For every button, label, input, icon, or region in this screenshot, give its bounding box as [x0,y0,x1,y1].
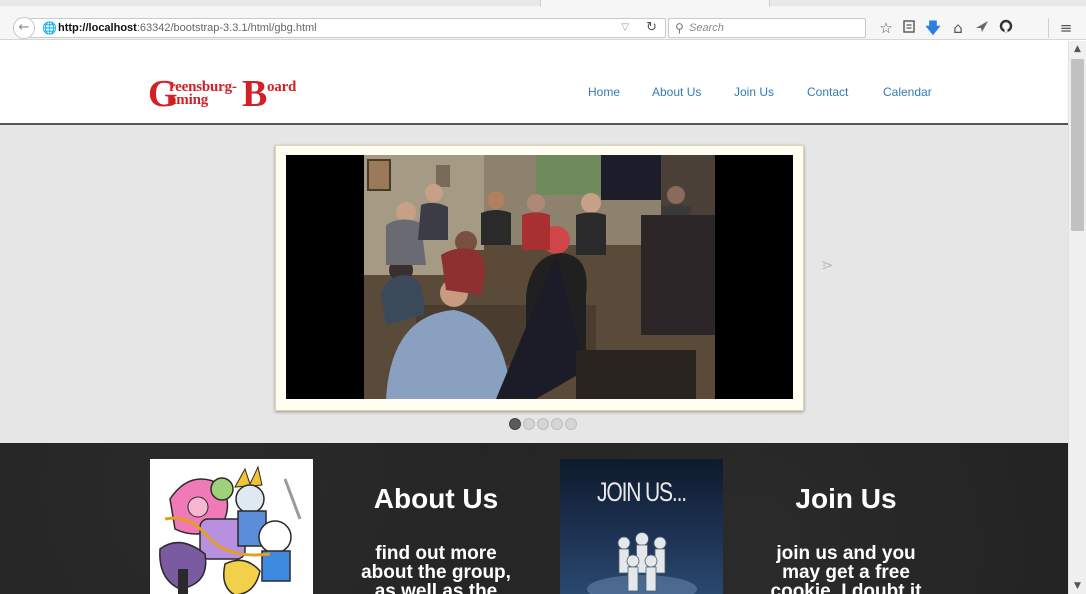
carousel-dot-4[interactable] [551,418,563,430]
nav-contact[interactable]: Contact [807,85,848,99]
reading-list-glyph [903,20,915,33]
browser-toolbar: 🌐 http://localhost:63342/bootstrap-3.3.1… [0,0,1086,40]
carousel-dot-5[interactable] [565,418,577,430]
back-button[interactable]: ← [13,17,35,39]
features-section: About Us find out more about the group, … [0,443,1068,594]
search-bar[interactable]: ⚲ [668,18,866,38]
send-arrow-glyph [976,21,988,32]
downloads-icon[interactable]: 🡇 [923,18,943,38]
image-carousel: ⋗ [0,125,1068,443]
send-arrow-icon[interactable] [972,18,992,38]
search-input[interactable] [689,20,859,36]
carousel-slide [275,145,804,411]
carousel-dot-2[interactable] [523,418,535,430]
logo-word-aming: aming [169,92,209,108]
about-us-description: find out more about the group, as well a… [361,543,511,594]
url-path: :63342/bootstrap-3.3.1/html/gbg.html [136,22,317,34]
url-host: http://localhost [58,22,137,34]
site-logo[interactable]: G reensburg- aming B oard [148,73,313,115]
reading-list-icon[interactable] [899,18,919,38]
globe-icon: 🌐 [42,21,57,35]
gaming-group-photo [286,155,793,399]
bookmark-star-icon[interactable]: ☆ [876,18,896,38]
logo-word-oard: oard [267,79,297,95]
pocket-circle-icon[interactable] [996,18,1016,38]
url-bar[interactable]: 🌐 http://localhost:63342/bootstrap-3.3.1… [30,18,666,38]
carousel-next-arrow[interactable]: ⋗ [821,256,834,274]
carousel-dot-3[interactable] [537,418,549,430]
site-navbar: G reensburg- aming B oard Home About Us … [0,41,1068,125]
web-page: G reensburg- aming B oard Home About Us … [0,41,1068,594]
about-us-image[interactable] [150,459,313,594]
page-scrollbar[interactable]: ▲ ▼ [1068,41,1086,594]
toolbar-separator [1048,18,1049,38]
nav-calendar[interactable]: Calendar [883,85,932,99]
photo-illustration [286,155,793,399]
active-tab-edge [540,0,770,7]
join-us-image[interactable]: JOIN US... [560,459,723,594]
nav-home[interactable]: Home [588,85,620,99]
home-icon[interactable]: ⌂ [948,18,968,38]
join-us-description: join us and you may get a free cookie. I… [770,543,922,594]
search-icon: ⚲ [675,21,684,35]
scroll-down-icon[interactable]: ▼ [1069,578,1086,594]
scroll-up-icon[interactable]: ▲ [1069,41,1086,57]
carousel-dot-1[interactable] [509,418,521,430]
join-us-heading: Join Us [795,483,897,514]
url-dropdown-icon[interactable]: ▽ [621,19,629,37]
url-text[interactable]: http://localhost:63342/bootstrap-3.3.1/h… [58,19,317,37]
pocket-circle-glyph [999,19,1013,33]
reload-icon[interactable]: ↻ [646,19,657,37]
menu-icon[interactable]: ≡ [1056,18,1076,38]
nav-join-us[interactable]: Join Us [734,85,774,99]
stormtrooper-figures-illustration [587,532,697,594]
back-arrow-icon: ← [18,20,30,35]
cartoon-characters-illustration [150,459,313,594]
about-us-heading: About Us [373,483,499,514]
scroll-thumb[interactable] [1071,59,1084,231]
logo-letter-b: B [242,73,268,115]
nav-about-us[interactable]: About Us [652,85,701,99]
